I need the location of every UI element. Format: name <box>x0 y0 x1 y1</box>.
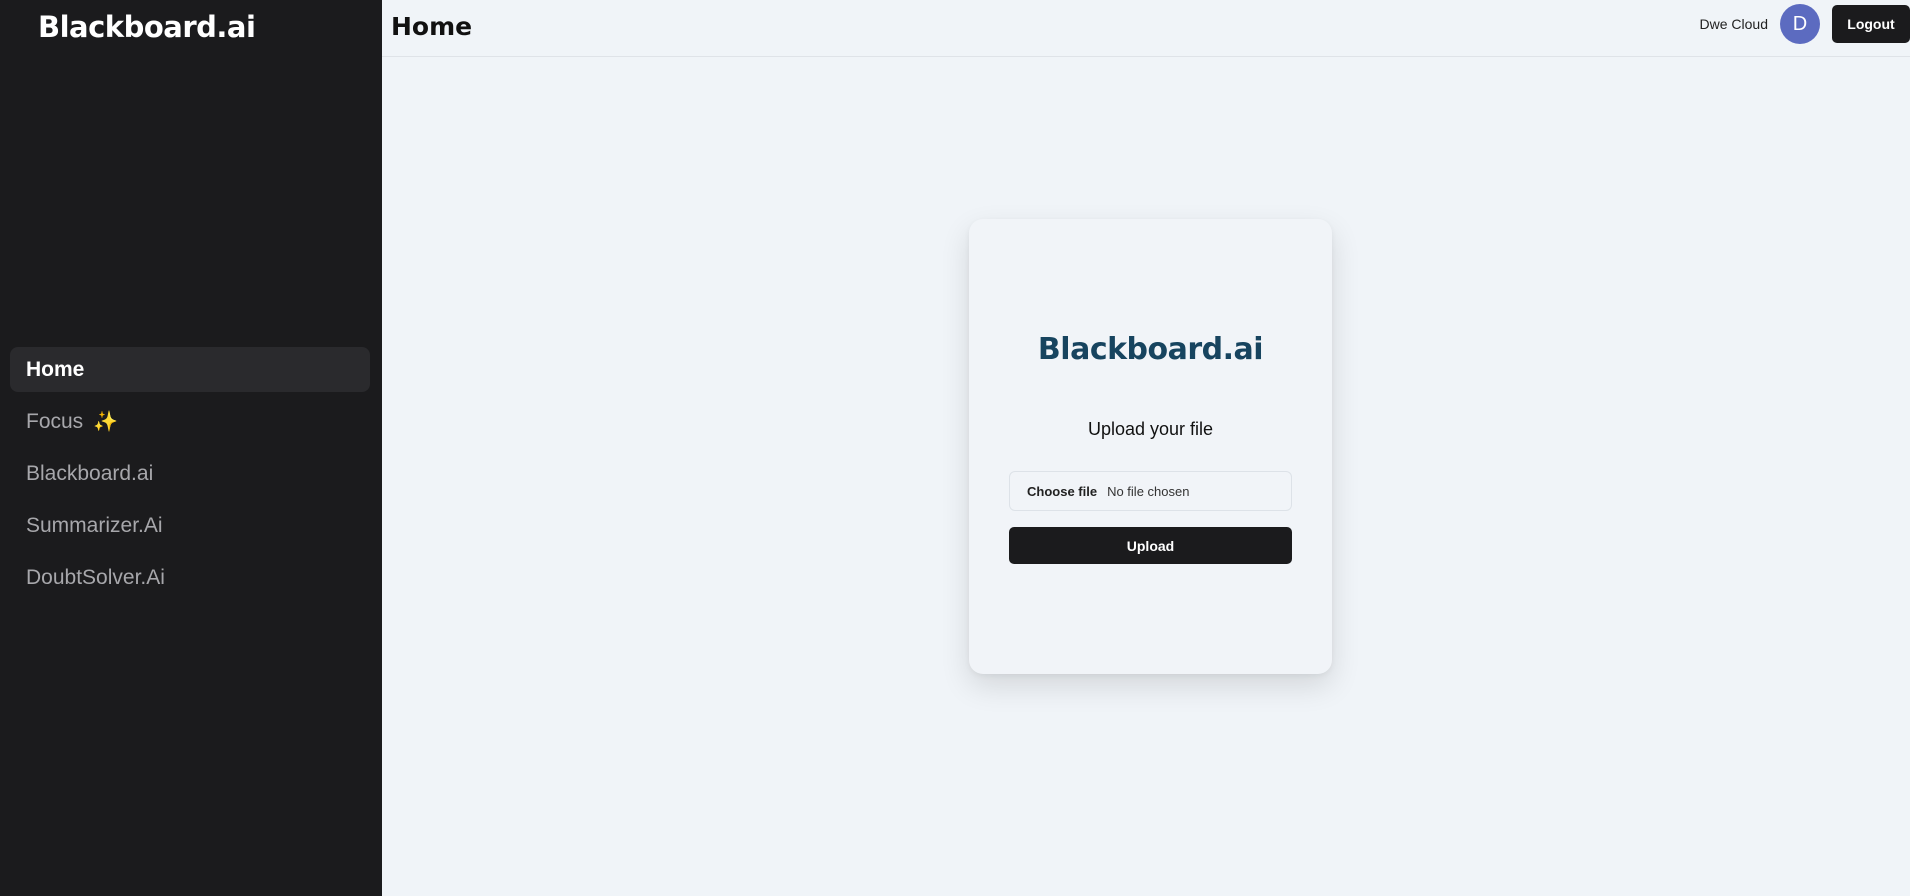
avatar[interactable]: D <box>1780 4 1820 44</box>
sidebar-item-label: Home <box>26 357 85 381</box>
sidebar-item-label: Blackboard.ai <box>26 461 154 485</box>
upload-card: Blackboard.ai Upload your file Choose fi… <box>969 219 1332 674</box>
app: Blackboard.ai Home Focus ✨ Blackboard.ai… <box>0 0 1910 896</box>
sidebar-item-focus[interactable]: Focus ✨ <box>10 399 370 444</box>
logout-button[interactable]: Logout <box>1832 5 1910 43</box>
sidebar-item-label: Summarizer.Ai <box>26 513 163 537</box>
sparkles-icon: ✨ <box>93 411 119 433</box>
sidebar-item-label: DoubtSolver.Ai <box>26 565 165 589</box>
sidebar-nav: Home Focus ✨ Blackboard.ai Summarizer.Ai… <box>10 347 370 607</box>
sidebar: Blackboard.ai Home Focus ✨ Blackboard.ai… <box>0 0 382 896</box>
sidebar-item-home[interactable]: Home <box>10 347 370 392</box>
choose-file-button[interactable]: Choose file <box>1027 484 1097 499</box>
file-input[interactable]: Choose file No file chosen <box>1009 471 1292 511</box>
upload-button[interactable]: Upload <box>1009 527 1292 564</box>
card-logo: Blackboard.ai <box>1037 332 1264 367</box>
sidebar-item-summarizer[interactable]: Summarizer.Ai <box>10 503 370 548</box>
sidebar-item-label: Focus <box>26 409 84 433</box>
file-status-text: No file chosen <box>1107 483 1190 499</box>
sidebar-brand-logo[interactable]: Blackboard.ai <box>38 10 256 44</box>
user-name: Dwe Cloud <box>1699 16 1768 32</box>
sidebar-item-doubtsolver[interactable]: DoubtSolver.Ai <box>10 555 370 600</box>
sidebar-item-blackboard[interactable]: Blackboard.ai <box>10 451 370 496</box>
top-bar: Home Dwe Cloud D Logout <box>382 0 1910 57</box>
page-title: Home <box>391 12 473 41</box>
upload-heading: Upload your file <box>1087 419 1214 439</box>
